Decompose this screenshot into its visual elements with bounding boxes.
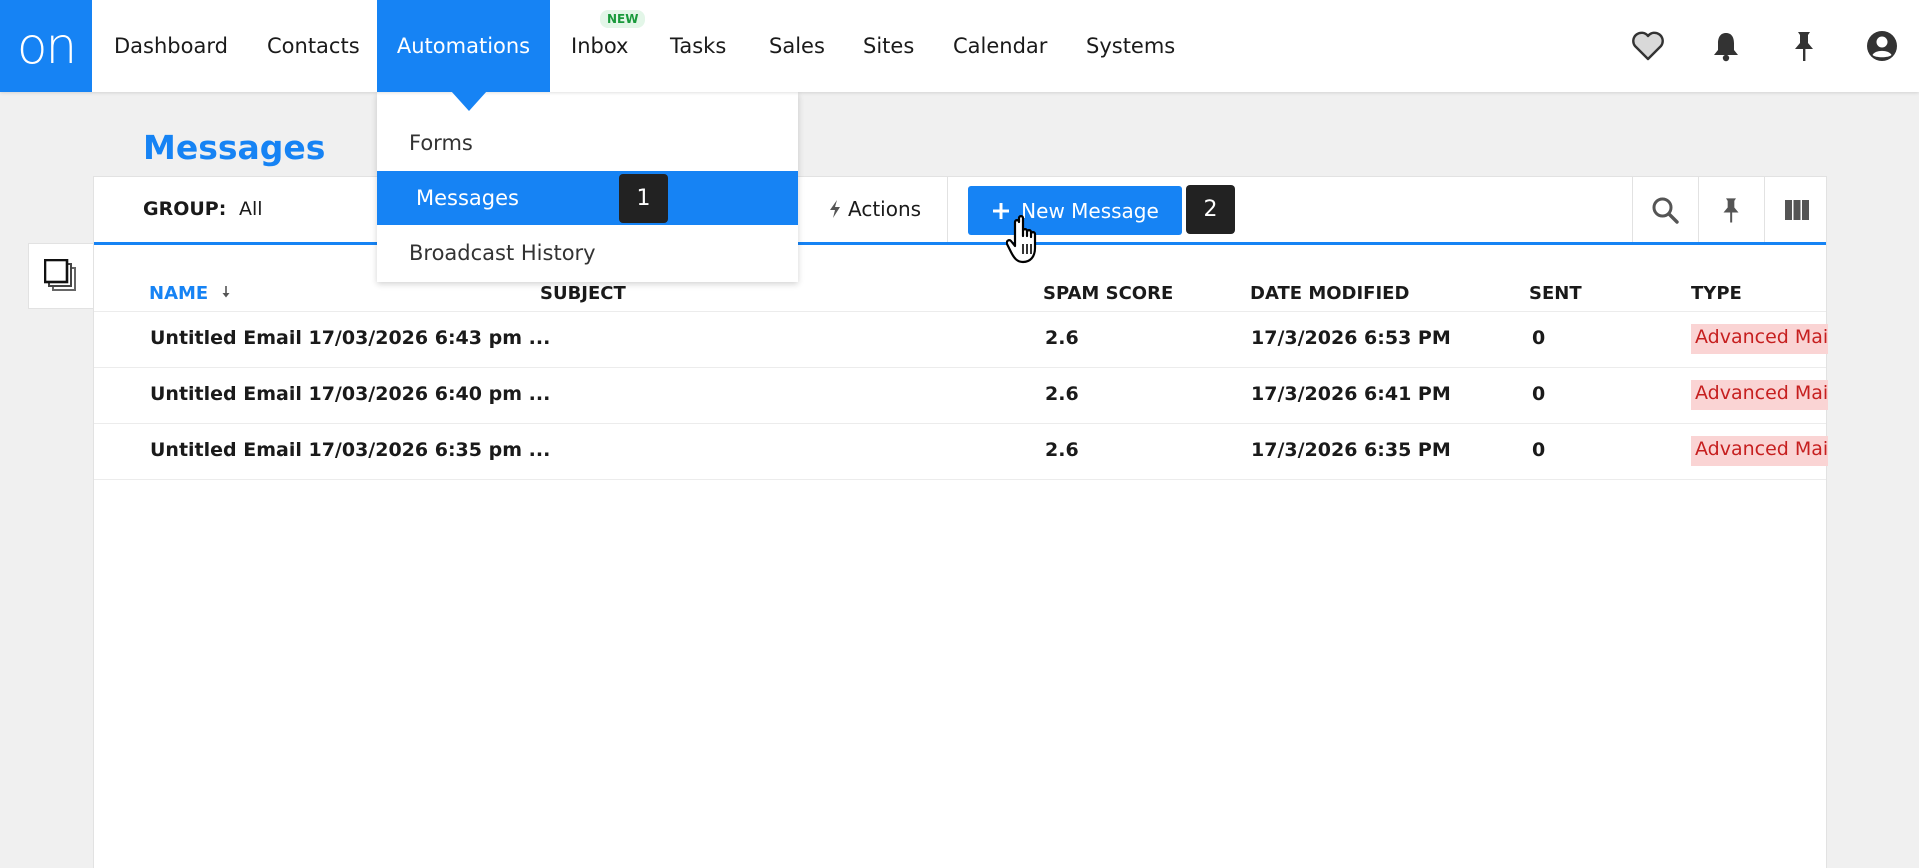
cell-spam-score: 2.6 — [1045, 383, 1079, 405]
toolbar: GROUP: All Actions New Message — [94, 177, 1826, 245]
step-badge: 1 — [619, 174, 668, 223]
group-select[interactable]: All — [239, 198, 263, 220]
cell-spam-score: 2.6 — [1045, 439, 1079, 461]
actions-label: Actions — [848, 197, 922, 221]
app-logo[interactable]: on — [0, 0, 92, 92]
type-badge: Advanced Mail — [1691, 324, 1828, 354]
type-badge: Advanced Mail — [1691, 380, 1828, 410]
cell-name[interactable]: Untitled Email 17/03/2026 6:35 pm ... — [150, 439, 550, 461]
hand-cursor-icon — [1005, 214, 1050, 270]
heart-icon[interactable] — [1630, 28, 1666, 64]
nav-item-systems[interactable]: Systems — [1086, 0, 1175, 92]
nav-item-sites[interactable]: Sites — [863, 0, 914, 92]
group-label: GROUP: — [143, 198, 227, 220]
cell-name[interactable]: Untitled Email 17/03/2026 6:43 pm ... — [150, 327, 550, 349]
table-row[interactable]: Untitled Email 17/03/2026 6:40 pm ... 2.… — [94, 368, 1828, 424]
bolt-icon — [830, 200, 840, 218]
new-badge: NEW — [600, 10, 646, 28]
toolbar-divider — [947, 177, 948, 242]
actions-button[interactable]: Actions — [828, 197, 921, 221]
account-icon[interactable] — [1864, 28, 1900, 64]
column-header-type[interactable]: TYPE — [1691, 283, 1742, 304]
dropdown-item-forms[interactable]: Forms — [377, 116, 798, 170]
nav-item-dashboard[interactable]: Dashboard — [114, 0, 228, 92]
type-badge: Advanced Mail — [1691, 436, 1828, 466]
pin-icon[interactable] — [1698, 187, 1764, 233]
cell-spam-score: 2.6 — [1045, 327, 1079, 349]
cell-date-modified: 17/3/2026 6:53 PM — [1251, 327, 1451, 349]
sort-down-icon — [222, 286, 230, 298]
top-navigation: on Dashboard Contacts Automations Inbox … — [0, 0, 1919, 92]
dropdown-item-broadcast-history[interactable]: Broadcast History — [377, 226, 798, 280]
cell-name[interactable]: Untitled Email 17/03/2026 6:40 pm ... — [150, 383, 550, 405]
column-header-sent[interactable]: SENT — [1529, 283, 1582, 304]
column-header-spam-score[interactable]: SPAM SCORE — [1043, 283, 1173, 304]
cell-sent: 0 — [1532, 439, 1546, 461]
page-title: Messages — [143, 128, 326, 167]
cell-date-modified: 17/3/2026 6:41 PM — [1251, 383, 1451, 405]
column-header-name[interactable]: NAME — [149, 283, 232, 304]
nav-item-contacts[interactable]: Contacts — [267, 0, 360, 92]
cell-sent: 0 — [1532, 383, 1546, 405]
new-message-button[interactable]: New Message — [968, 186, 1182, 235]
columns-icon[interactable] — [1764, 187, 1830, 233]
pin-icon[interactable] — [1786, 28, 1822, 64]
table-row[interactable]: Untitled Email 17/03/2026 6:43 pm ... 2.… — [94, 312, 1828, 368]
bell-icon[interactable] — [1708, 28, 1744, 64]
table-row[interactable]: Untitled Email 17/03/2026 6:35 pm ... 2.… — [94, 424, 1828, 480]
copy-stack-icon[interactable] — [28, 243, 94, 309]
nav-item-automations[interactable]: Automations — [377, 0, 550, 92]
search-icon[interactable] — [1632, 187, 1698, 233]
column-header-subject[interactable]: SUBJECT — [540, 283, 626, 304]
nav-item-sales[interactable]: Sales — [769, 0, 825, 92]
active-nav-caret — [451, 91, 487, 111]
step-badge: 2 — [1186, 185, 1235, 234]
dropdown-item-messages[interactable]: Messages — [377, 171, 798, 225]
nav-item-tasks[interactable]: Tasks — [670, 0, 726, 92]
automations-dropdown: Forms Messages Broadcast History — [377, 92, 798, 282]
messages-panel: GROUP: All Actions New Message NAME SUBJ… — [93, 176, 1828, 868]
cell-date-modified: 17/3/2026 6:35 PM — [1251, 439, 1451, 461]
cell-sent: 0 — [1532, 327, 1546, 349]
column-header-date-modified[interactable]: DATE MODIFIED — [1250, 283, 1409, 304]
nav-item-calendar[interactable]: Calendar — [953, 0, 1047, 92]
